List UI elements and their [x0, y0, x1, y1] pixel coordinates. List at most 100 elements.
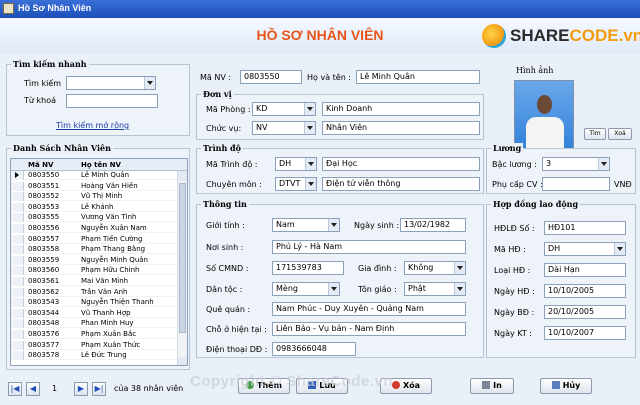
cell-employee-id: 0803548	[28, 319, 60, 328]
phone-field[interactable]: 0983666048	[272, 342, 356, 356]
table-row[interactable]: 0803552 Vũ Thị Minh	[11, 192, 177, 202]
id-card-field[interactable]: 171539783	[272, 261, 344, 275]
ethnic-select[interactable]: Mèng	[272, 282, 340, 296]
table-row[interactable]: 0803551 Hoàng Văn Hiền	[11, 181, 177, 191]
row-selector[interactable]	[11, 192, 24, 202]
table-row[interactable]: 0803578 Lê Đức Trung	[11, 351, 177, 361]
salary-grade-select[interactable]: 3	[542, 157, 610, 171]
scroll-up-icon[interactable]	[178, 171, 187, 181]
cell-employee-id: 0803578	[28, 351, 60, 360]
current-page[interactable]: 1	[52, 384, 57, 393]
next-page-button[interactable]: ▶	[74, 382, 88, 396]
row-selector[interactable]	[11, 308, 24, 318]
row-selector[interactable]	[11, 266, 24, 276]
table-row[interactable]: 0803557 Phạm Tiến Cường	[11, 234, 177, 244]
find-select[interactable]	[66, 76, 156, 90]
table-row[interactable]: 0803553 Lê Khánh	[11, 202, 177, 212]
start-date-field[interactable]: 20/10/2005	[544, 305, 626, 319]
table-row[interactable]: 0803558 Phạm Thang Bằng	[11, 245, 177, 255]
birthplace-field[interactable]: Phủ Lý - Hà Nam	[272, 240, 466, 254]
table-row[interactable]: 0803559 Nguyễn Minh Quân	[11, 255, 177, 265]
table-row[interactable]: 0803577 Phạm Xuân Thức	[11, 340, 177, 350]
prev-page-button[interactable]: ◀	[26, 382, 40, 396]
dept-code-select[interactable]: KD	[252, 102, 316, 116]
photo-delete-button[interactable]: Xoá	[608, 128, 632, 140]
cancel-button[interactable]: Hủy	[540, 378, 592, 394]
major-code-select[interactable]: DTVT	[275, 177, 317, 191]
table-row[interactable]: 0803544 Vũ Thanh Hợp	[11, 308, 177, 318]
full-name-field[interactable]: Lê Minh Quân	[356, 70, 480, 84]
end-date-field[interactable]: 10/10/2007	[544, 326, 626, 340]
row-selector[interactable]	[11, 277, 24, 286]
col-header-id[interactable]: Mã NV	[28, 161, 53, 169]
window-title: Hồ Sơ Nhân Viên	[18, 3, 92, 13]
chevron-down-icon	[305, 158, 316, 170]
table-row[interactable]: 0803543 Nguyễn Thiện Thanh	[11, 298, 177, 308]
dept-name-field[interactable]: Kinh Doanh	[322, 102, 480, 116]
position-name-field[interactable]: Nhân Viên	[322, 121, 480, 135]
cell-employee-id: 0803562	[28, 287, 60, 296]
cell-employee-id: 0803555	[28, 213, 60, 222]
contract-type-field[interactable]: Dài Hạn	[544, 263, 626, 277]
row-selector[interactable]	[11, 340, 24, 350]
row-selector[interactable]	[11, 255, 24, 265]
employee-grid[interactable]: Mã NV Họ tên NV 0803550 Lê Minh Quân 08035…	[10, 158, 188, 366]
cell-employee-name: Nguyễn Xuân Nam	[81, 224, 147, 232]
major-name-field[interactable]: Điện tử viễn thông	[322, 177, 480, 191]
row-selector[interactable]	[11, 171, 24, 180]
row-selector[interactable]	[11, 319, 24, 329]
gender-select[interactable]: Nam	[272, 218, 340, 232]
keyword-input[interactable]	[66, 94, 158, 108]
salary-title: Lương	[491, 143, 524, 153]
grid-scrollbar[interactable]	[177, 171, 187, 365]
dob-field[interactable]: 13/02/1982	[400, 218, 466, 232]
current-row-arrow-icon	[15, 172, 19, 178]
cell-employee-name: Lê Khánh	[81, 202, 114, 211]
row-selector[interactable]	[11, 298, 24, 308]
contract-no-field[interactable]: HĐ101	[544, 221, 626, 235]
contract-date-field[interactable]: 10/10/2005	[544, 284, 626, 298]
employee-id-field[interactable]: 0803550	[240, 70, 302, 84]
table-row[interactable]: 0803560 Phạm Hữu Chinh	[11, 266, 177, 276]
address-field[interactable]: Liên Bảo - Vụ bản - Nam Định	[272, 322, 466, 336]
row-selector[interactable]	[11, 330, 24, 339]
table-row[interactable]: 0803555 Vương Văn Tình	[11, 213, 177, 223]
table-row[interactable]: 0803556 Nguyễn Xuân Nam	[11, 224, 177, 233]
table-row[interactable]: 0803561 Mai Văn Minh	[11, 277, 177, 286]
religion-label: Tôn giáo :	[358, 285, 397, 294]
cell-employee-id: 0803559	[28, 255, 60, 264]
row-selector[interactable]	[11, 181, 24, 191]
allowance-field[interactable]	[542, 177, 610, 191]
first-page-button[interactable]: |◀	[8, 382, 22, 396]
level-name-field[interactable]: Đại Học	[322, 157, 480, 171]
advanced-search-link[interactable]: Tìm kiếm mở rộng	[56, 121, 129, 130]
position-code-select[interactable]: NV	[252, 121, 316, 135]
level-code-select[interactable]: DH	[275, 157, 317, 171]
print-button[interactable]: In	[470, 378, 514, 394]
row-selector[interactable]	[11, 245, 24, 255]
col-header-name[interactable]: Họ tên NV	[81, 161, 121, 169]
contract-code-label: Mã HĐ :	[494, 245, 526, 254]
cell-employee-name: Vương Văn Tình	[81, 213, 137, 222]
scroll-thumb[interactable]	[179, 183, 186, 333]
row-selector[interactable]	[11, 351, 24, 361]
hometown-field[interactable]: Nam Phúc - Duy Xuyên - Quảng Nam	[272, 302, 466, 316]
id-card-label: Số CMND :	[206, 264, 249, 273]
scroll-down-icon[interactable]	[178, 357, 187, 365]
table-row[interactable]: 0803550 Lê Minh Quân	[11, 171, 177, 180]
start-date-label: Ngày BĐ :	[494, 308, 535, 317]
row-selector[interactable]	[11, 213, 24, 223]
religion-select[interactable]: Phật	[404, 282, 466, 296]
contract-code-select[interactable]: DH	[544, 242, 626, 256]
family-select[interactable]: Không	[404, 261, 466, 275]
row-selector[interactable]	[11, 202, 24, 212]
row-selector[interactable]	[11, 234, 24, 244]
row-selector[interactable]	[11, 287, 24, 297]
last-page-button[interactable]: ▶|	[92, 382, 106, 396]
photo-search-button[interactable]: Tìm	[584, 128, 606, 140]
table-row[interactable]: 0803562 Trần Văn Anh	[11, 287, 177, 297]
education-title: Trình độ	[201, 143, 243, 153]
row-selector[interactable]	[11, 224, 24, 233]
table-row[interactable]: 0803548 Phan Minh Huy	[11, 319, 177, 329]
table-row[interactable]: 0803576 Phạm Xuân Bắc	[11, 330, 177, 339]
